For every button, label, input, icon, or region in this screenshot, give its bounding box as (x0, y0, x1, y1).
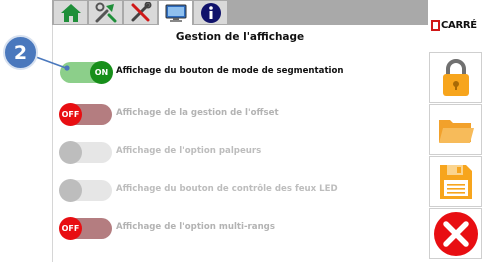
tab-tools[interactable] (89, 1, 122, 24)
wrench-screwdriver-icon (131, 2, 151, 22)
open-folder-button[interactable] (429, 104, 482, 155)
toggle-state: OFF (59, 103, 82, 126)
monitor-icon (165, 4, 186, 22)
tab-display[interactable] (159, 1, 192, 25)
tab-info[interactable] (194, 1, 227, 24)
save-button[interactable] (429, 156, 482, 207)
multi-rangs-toggle[interactable]: OFF (59, 217, 112, 240)
page-title: Gestion de l'affichage (175, 31, 305, 43)
tab-settings[interactable] (124, 1, 157, 24)
option-label: Affichage de la gestion de l'offset (116, 108, 279, 118)
screen: CARRÉ Gestion de l'affichage ON Affichag… (0, 0, 482, 262)
option-row-palpeurs: Affichage de l'option palpeurs (58, 140, 424, 166)
tab-home[interactable] (54, 1, 87, 24)
option-label: Affichage du bouton de mode de segmentat… (116, 66, 344, 76)
floppy-disk-icon (439, 164, 472, 199)
step-badge: 2 (3, 35, 38, 70)
segmentation-toggle[interactable]: ON (60, 61, 113, 84)
tools-icon (95, 2, 116, 23)
brand-logo: CARRÉ (431, 17, 481, 33)
close-button[interactable] (429, 208, 482, 259)
lock-button[interactable] (429, 52, 482, 103)
padlock-icon (442, 58, 469, 96)
option-row-led: Affichage du bouton de contrôle des feux… (58, 178, 424, 204)
toggle-state: OFF (59, 217, 82, 240)
option-label: Affichage de l'option palpeurs (116, 146, 262, 156)
info-icon (200, 2, 221, 23)
option-row-offset: OFF Affichage de la gestion de l'offset (58, 102, 424, 128)
led-toggle (59, 179, 112, 202)
close-icon (433, 211, 478, 256)
option-label: Affichage de l'option multi-rangs (116, 222, 275, 232)
logo-mark-icon (431, 19, 440, 31)
home-icon (60, 3, 81, 22)
toggle-state (59, 141, 82, 164)
option-row-multi-rangs: OFF Affichage de l'option multi-rangs (58, 216, 424, 242)
offset-toggle[interactable]: OFF (59, 103, 112, 126)
option-label: Affichage du bouton de contrôle des feux… (116, 184, 338, 194)
palpeurs-toggle (59, 141, 112, 164)
toggle-state: ON (90, 61, 113, 84)
toggle-state (59, 179, 82, 202)
option-row-segmentation: ON Affichage du bouton de mode de segmen… (58, 60, 424, 86)
folder-icon (438, 119, 474, 143)
logo-text: CARRÉ (441, 19, 477, 31)
tab-bar (52, 0, 428, 25)
